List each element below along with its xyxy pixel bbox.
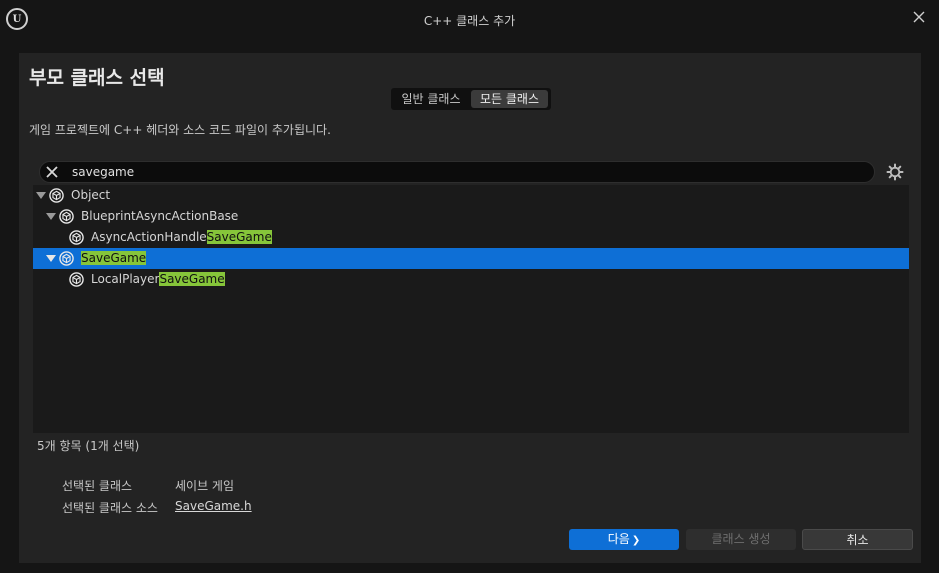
label-text: Object (71, 188, 111, 202)
tree-row-save-game[interactable]: SaveGame (33, 248, 909, 269)
search-match-highlight: SaveGame (159, 272, 225, 286)
tab-general-classes[interactable]: 일반 클래스 (395, 90, 467, 108)
tree-row-object[interactable]: Object (33, 185, 909, 206)
tree-row-blueprint-async-action-base[interactable]: BlueprintAsyncActionBase (33, 206, 909, 227)
cancel-button[interactable]: 취소 (802, 529, 913, 550)
next-label: 다음 (607, 532, 630, 546)
tree-row-label: SaveGame (81, 248, 147, 269)
selected-class-value: 세이브 게임 (175, 479, 235, 493)
tree-row-label: AsyncActionHandleSaveGame (91, 227, 272, 248)
source-file-link[interactable]: SaveGame.h (175, 499, 252, 513)
tree-row-local-player-save-game[interactable]: LocalPlayerSaveGame (33, 269, 909, 290)
title-bar: U C++ 클래스 추가 (0, 0, 939, 38)
label-text: AsyncActionHandle (91, 230, 207, 244)
description-text: 게임 프로젝트에 C++ 헤더와 소스 코드 파일이 추가됩니다. (29, 123, 331, 137)
tree-row-async-action-handle-save-game[interactable]: AsyncActionHandleSaveGame (33, 227, 909, 248)
close-icon (913, 11, 925, 23)
label-text: LocalPlayer (91, 272, 160, 286)
search-match-highlight: SaveGame (81, 251, 147, 265)
page-title: 부모 클래스 선택 (29, 67, 165, 89)
gear-icon (886, 163, 904, 181)
selected-source-label: 선택된 클래스 소스 (62, 501, 158, 515)
expand-arrow-icon[interactable] (36, 192, 46, 199)
selected-class-label: 선택된 클래스 (62, 479, 133, 493)
clear-search-button[interactable] (45, 165, 59, 179)
selected-source-value: SaveGame.h (175, 499, 252, 513)
search-match-highlight: SaveGame (206, 230, 272, 244)
label-text: BlueprintAsyncActionBase (81, 209, 239, 223)
create-class-button[interactable]: 클래스 생성 (686, 529, 796, 550)
tree-row-label: LocalPlayerSaveGame (91, 269, 225, 290)
class-icon (59, 209, 74, 224)
settings-button[interactable] (886, 163, 904, 181)
search-box (39, 161, 875, 183)
next-button[interactable]: 다음 ❯ (569, 529, 679, 550)
class-tree: Object BlueprintAsyncActionBase AsyncAct… (33, 185, 909, 433)
search-input[interactable] (72, 164, 852, 180)
class-icon (49, 188, 64, 203)
tree-row-label: Object (71, 185, 110, 206)
class-icon (69, 272, 84, 287)
class-filter-segmented: 일반 클래스 모든 클래스 (391, 88, 551, 110)
chevron-right-icon: ❯ (631, 535, 641, 546)
window-title: C++ 클래스 추가 (423, 14, 516, 28)
tree-row-label: BlueprintAsyncActionBase (81, 206, 238, 227)
close-button[interactable] (909, 7, 929, 27)
expand-arrow-icon[interactable] (46, 255, 56, 262)
expand-arrow-icon[interactable] (46, 213, 56, 220)
close-icon (46, 166, 58, 178)
tab-all-classes[interactable]: 모든 클래스 (471, 90, 548, 108)
class-icon (69, 230, 84, 245)
class-icon (59, 251, 74, 266)
item-count: 5개 항목 (1개 선택) (37, 439, 140, 453)
